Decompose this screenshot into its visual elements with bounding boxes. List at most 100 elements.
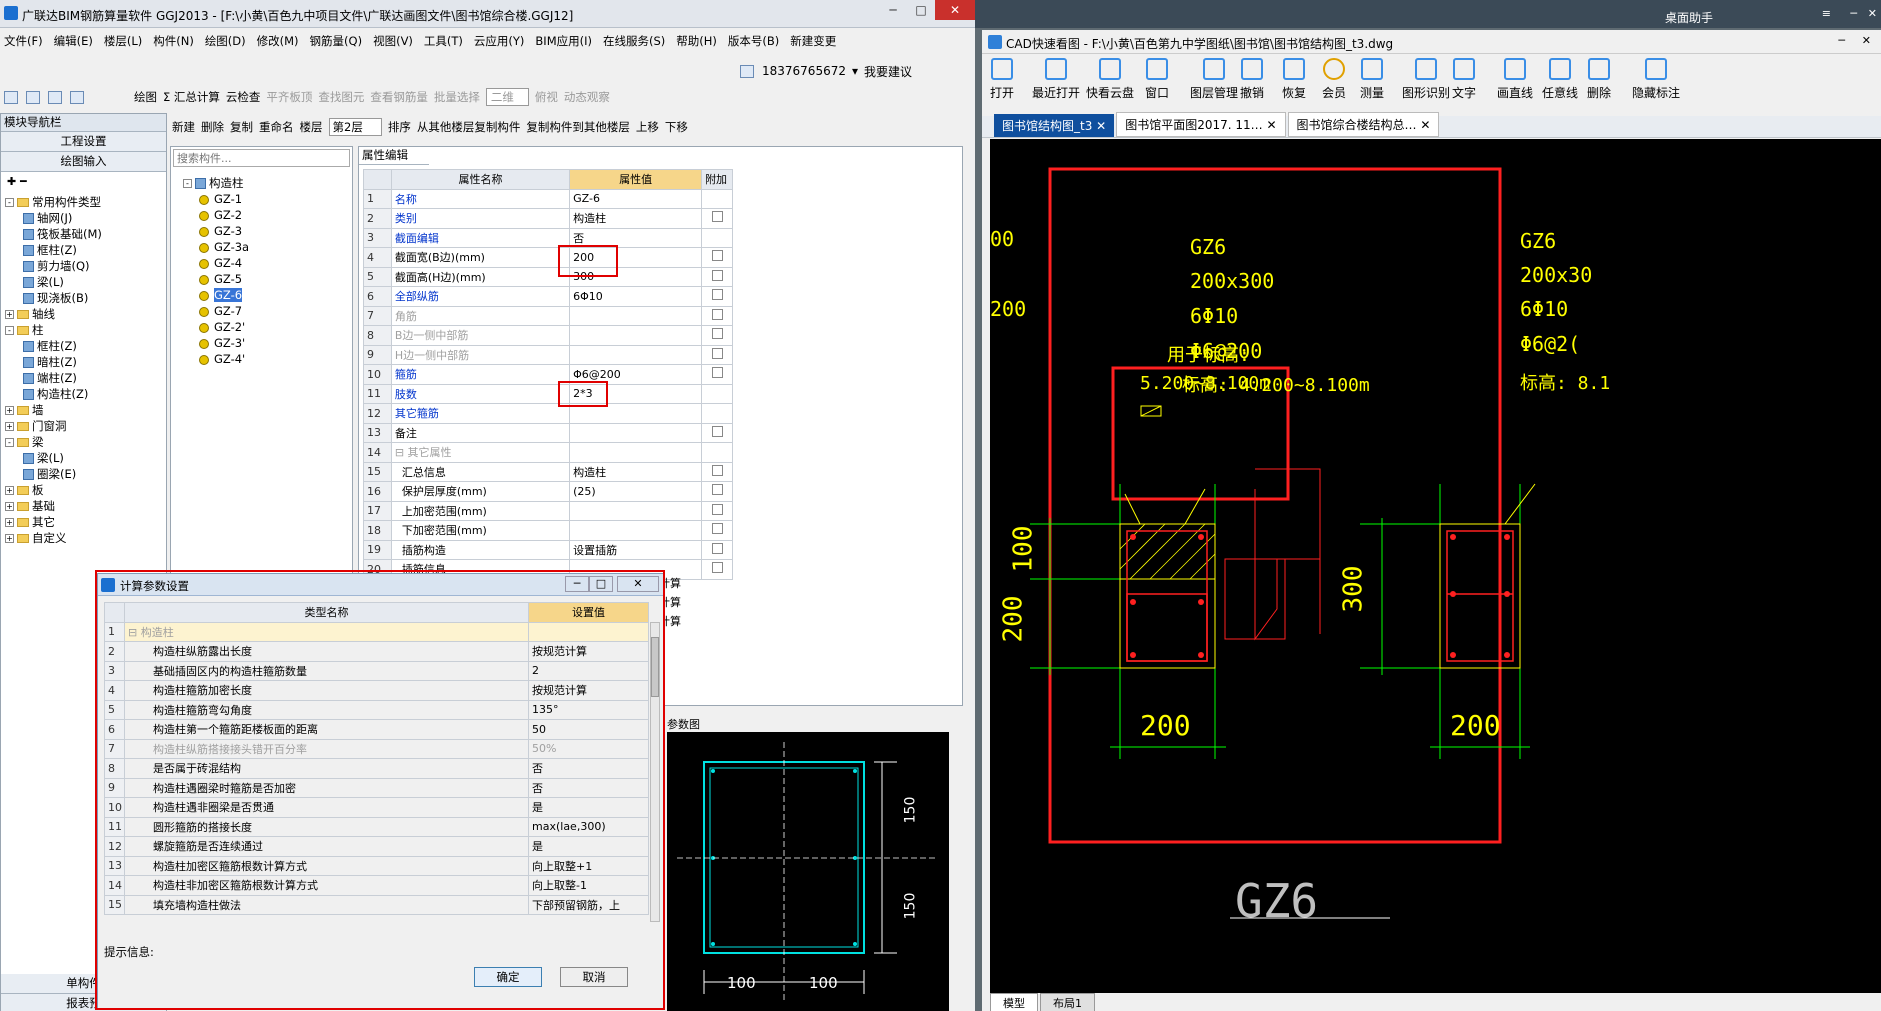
cad-tool-button[interactable]: 窗口 [1145,58,1169,101]
expand-toggle-icon[interactable]: + [5,310,14,319]
nav-draw-input[interactable]: 绘图输入 [1,152,166,172]
nav-tree-item[interactable]: 现浇板(B) [5,290,166,306]
property-row[interactable]: 1 名称 GZ-6 [363,188,733,209]
phone-number[interactable]: 18376765672 [762,64,846,78]
nav-tree-item[interactable]: 剪力墙(Q) [5,258,166,274]
expand-toggle-icon[interactable]: + [5,422,14,431]
cad-tool-button[interactable]: 删除 [1587,58,1611,101]
property-row[interactable]: 2 类别 构造柱 [363,208,733,229]
nav-tree-item[interactable]: 构造柱(Z) [5,386,166,402]
property-row[interactable]: 11 肢数 2*3 [363,383,733,404]
view-mode-select[interactable]: 二维 [485,88,529,106]
nav-project-settings[interactable]: 工程设置 [1,132,166,152]
extra-checkbox[interactable] [711,328,723,340]
open-folder-icon[interactable] [26,90,40,104]
sort-button[interactable]: 排序 [388,119,411,135]
menu-tools[interactable]: 工具(T) [424,33,463,49]
menu-draw[interactable]: 绘图(D) [205,33,246,49]
property-value[interactable] [569,422,703,443]
tab-structure-general[interactable]: 图书馆综合楼结构总… ✕ [1287,112,1440,137]
find-element-button[interactable]: 查找图元 [318,89,364,105]
maximize-icon[interactable]: □ [907,0,935,20]
batch-select-button[interactable]: 批量选择 [434,89,480,105]
extra-checkbox[interactable] [711,269,723,281]
cloud-check-button[interactable]: 云检查 [226,89,261,105]
cad-tool-button[interactable]: 隐藏标注 [1632,58,1680,101]
extra-checkbox[interactable] [711,425,723,437]
nav-tree-item[interactable]: - 常用构件类型 [5,194,166,210]
move-down-button[interactable]: 下移 [665,119,688,135]
new-file-icon[interactable] [4,90,18,104]
component-item[interactable]: GZ-3' [183,335,249,351]
tree-toggle-icon[interactable]: ✚ ━ [1,172,166,194]
nav-tree-item[interactable]: 轴网(J) [5,210,166,226]
draw-button[interactable]: 绘图 [134,89,157,105]
extra-checkbox[interactable] [711,464,723,476]
component-tree-root[interactable]: 构造柱 [209,176,244,190]
cad-minimize-icon[interactable]: ─ [1838,34,1845,47]
menu-floor[interactable]: 楼层(L) [104,33,142,49]
cad-close-icon[interactable]: ✕ [1862,34,1871,47]
menu-version[interactable]: 版本号(B) [728,33,779,49]
cad-tool-button[interactable]: 快看云盘 [1086,58,1134,101]
nav-tree-item[interactable]: -柱 [5,322,166,338]
property-row[interactable]: 14 ⊟ 其它属性 [363,442,733,463]
extra-checkbox[interactable] [711,308,723,320]
property-row[interactable]: 3 截面编辑否 [363,227,733,248]
copy-from-floor-button[interactable]: 从其他楼层复制构件 [417,119,521,135]
taskbar-close-icon[interactable]: ✕ [1868,7,1877,20]
move-up-button[interactable]: 上移 [636,119,659,135]
cad-tool-button[interactable]: 图层管理 [1190,58,1238,101]
property-row[interactable]: 17 上加密范围(mm) [363,500,733,521]
nav-tree-item[interactable]: 筏板基础(M) [5,226,166,242]
component-item[interactable]: GZ-3 [183,223,249,239]
tab-floor-plan[interactable]: 图书馆平面图2017. 11… ✕ [1116,112,1286,137]
expand-toggle-icon[interactable]: + [5,518,14,527]
nav-tree-item[interactable]: 圈梁(E) [5,466,166,482]
component-item[interactable]: GZ-1 [183,191,249,207]
property-value[interactable]: 6Φ10 [569,286,703,307]
cad-tool-button[interactable]: 文字 [1452,58,1476,101]
property-value[interactable] [569,442,703,463]
property-value[interactable] [569,305,703,326]
property-row[interactable]: 19 插筋构造 设置插筋 [363,539,733,560]
menu-rebar[interactable]: 钢筋量(Q) [310,33,363,49]
nav-tree-item[interactable]: 框柱(Z) [5,338,166,354]
property-value[interactable]: (25) [569,481,703,502]
tab-structure[interactable]: 图书馆结构图_t3 ✕ [994,114,1115,137]
taskbar-minimize-icon[interactable]: ─ [1850,7,1857,20]
property-row[interactable]: 16 保护层厚度(mm) (25) [363,481,733,502]
component-item[interactable]: GZ-7 [183,303,249,319]
nav-tree-item[interactable]: + 其它 [5,514,166,530]
property-row[interactable]: 5 截面高(H边)(mm) 300 [363,266,733,287]
top-view-button[interactable]: 俯视 [535,89,558,105]
extra-checkbox[interactable] [711,562,723,574]
expand-toggle-icon[interactable]: + [5,406,14,415]
expand-toggle-icon[interactable]: - [5,198,14,207]
floor-select[interactable]: 第2层 [328,118,382,136]
cad-canvas[interactable]: 00 200 GZ6 200x300 6Φ10 Φ6@200 标高: 4.200… [990,139,1881,993]
property-value[interactable]: GZ-6 [569,188,703,209]
extra-checkbox[interactable] [711,542,723,554]
cad-tool-button[interactable]: 最近打开 [1032,58,1080,101]
property-row[interactable]: 8 B边一侧中部筋 [363,325,733,346]
bell-icon[interactable]: ▾ [852,64,858,78]
minimize-icon[interactable]: ─ [879,0,907,20]
tab-model[interactable]: 模型 [990,993,1038,1011]
extra-checkbox[interactable] [711,503,723,515]
component-item[interactable]: GZ-3a [183,239,249,255]
cad-tool-button[interactable]: 测量 [1360,58,1384,101]
property-value[interactable]: 设置插筋 [569,539,703,560]
component-item[interactable]: GZ-2 [183,207,249,223]
copy-button[interactable]: 复制 [230,119,253,135]
suggest-link[interactable]: 我要建议 [864,63,912,80]
property-row[interactable]: 12 其它箍筋 [363,403,733,424]
property-row[interactable]: 15 汇总信息 构造柱 [363,461,733,482]
delete-button[interactable]: 删除 [201,119,224,135]
expand-toggle-icon[interactable]: + [5,486,14,495]
cad-tool-button[interactable]: 撤销 [1240,58,1264,101]
menu-modify[interactable]: 修改(M) [257,33,299,49]
nav-tree-item[interactable]: 梁(L) [5,450,166,466]
nav-tree-item[interactable]: 暗柱(Z) [5,354,166,370]
nav-tree-item[interactable]: + 轴线 [5,306,166,322]
